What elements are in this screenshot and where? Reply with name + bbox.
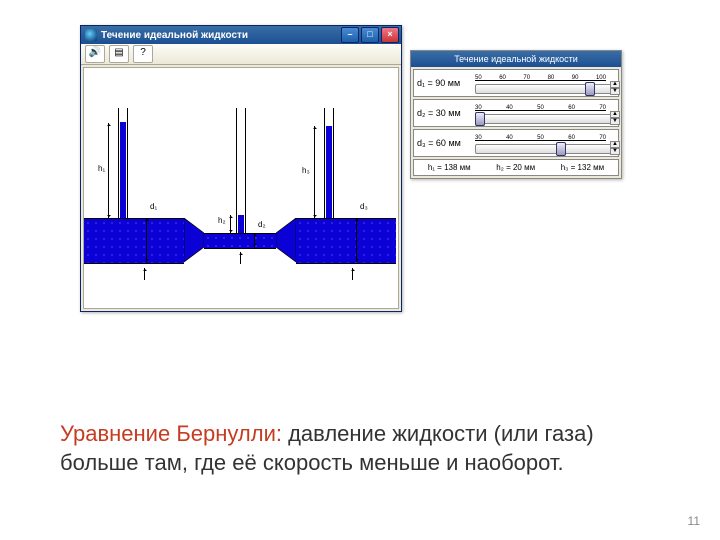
- panel-results: h₁ = 138 мм h₂ = 20 мм h₃ = 132 мм: [413, 159, 619, 176]
- manometer-tube-1: [118, 108, 128, 218]
- step-down-icon[interactable]: ▼: [610, 118, 620, 125]
- slider-row-d1: d₁ = 90 мм5060708090100 ▲▼: [413, 69, 619, 97]
- result-h2: h₂ = 20 мм: [496, 163, 535, 172]
- slider-scale: 3040506070: [475, 132, 606, 141]
- manometer-tube-3: [324, 108, 334, 218]
- step-down-icon[interactable]: ▼: [610, 88, 620, 95]
- caption: Уравнение Бернулли: давление жидкости (и…: [60, 420, 640, 477]
- slider-track[interactable]: [475, 114, 616, 124]
- step-down-icon[interactable]: ▼: [610, 148, 620, 155]
- result-h3: h₃ = 132 мм: [561, 163, 604, 172]
- slider-row-d2: d₂ = 30 мм3040506070 ▲▼: [413, 99, 619, 127]
- slider-thumb[interactable]: [475, 112, 485, 126]
- panel-title: Течение идеальной жидкости: [411, 51, 621, 67]
- slider-stepper[interactable]: ▲▼: [610, 141, 620, 153]
- app-icon: [85, 29, 97, 41]
- help-button[interactable]: ?: [133, 45, 153, 63]
- pipe-section-middle: [204, 233, 276, 249]
- slider-d1[interactable]: 5060708090100 ▲▼: [473, 72, 618, 94]
- step-up-icon[interactable]: ▲: [610, 111, 620, 118]
- page-number: 11: [688, 514, 700, 528]
- slider-stepper[interactable]: ▲▼: [610, 81, 620, 93]
- slider-scale: 5060708090100: [475, 72, 606, 81]
- sound-button[interactable]: 🔊: [85, 45, 105, 63]
- taper-right: [276, 218, 296, 262]
- minimize-button[interactable]: –: [341, 27, 359, 43]
- slider-label-d2: d₂ = 30 мм: [414, 108, 473, 118]
- h3-arrow: [314, 126, 315, 218]
- titlebar[interactable]: Течение идеальной жидкости – □ ×: [81, 26, 401, 44]
- step-up-icon[interactable]: ▲: [610, 141, 620, 148]
- flow-arrow-1: [144, 268, 145, 280]
- toolbar: 🔊 ▤ ?: [81, 44, 401, 65]
- slider-row-d3: d₃ = 60 мм3040506070 ▲▼: [413, 129, 619, 157]
- d3-label: d₃: [360, 202, 368, 211]
- h2-arrow: [230, 215, 231, 233]
- simulation-window: Течение идеальной жидкости – □ × 🔊 ▤ ?: [80, 25, 402, 312]
- manometer-tube-2: [236, 108, 246, 233]
- simulation-canvas: h₁ h₂ h₃ d₁ d₂ d₃: [84, 68, 396, 308]
- slider-label-d1: d₁ = 90 мм: [414, 78, 473, 88]
- close-button[interactable]: ×: [381, 27, 399, 43]
- d2-label: d₂: [258, 220, 266, 229]
- window-title: Течение идеальной жидкости: [101, 30, 248, 41]
- slider-track[interactable]: [475, 144, 616, 154]
- pipe-section-right: [296, 218, 396, 264]
- control-panel: Течение идеальной жидкости d₁ = 90 мм506…: [410, 50, 622, 179]
- pipe-section-left: [84, 218, 184, 264]
- d1-label: d₁: [150, 202, 157, 211]
- slider-stepper[interactable]: ▲▼: [610, 111, 620, 123]
- maximize-button[interactable]: □: [361, 27, 379, 43]
- step-up-icon[interactable]: ▲: [610, 81, 620, 88]
- caption-lead: Уравнение Бернулли:: [60, 421, 288, 446]
- flow-arrow-3: [352, 268, 353, 280]
- result-h1: h₁ = 138 мм: [428, 163, 471, 172]
- slider-thumb[interactable]: [556, 142, 566, 156]
- d1-arrow: [146, 218, 147, 262]
- flow-arrow-2: [240, 252, 241, 264]
- d2-arrow: [254, 233, 255, 247]
- slider-thumb[interactable]: [585, 82, 595, 96]
- slider-scale: 3040506070: [475, 102, 606, 111]
- doc-button[interactable]: ▤: [109, 45, 129, 63]
- h2-label: h₂: [218, 216, 226, 225]
- taper-left: [184, 218, 204, 262]
- slider-d2[interactable]: 3040506070 ▲▼: [473, 102, 618, 124]
- h1-label: h₁: [98, 164, 105, 173]
- slider-d3[interactable]: 3040506070 ▲▼: [473, 132, 618, 154]
- slider-label-d3: d₃ = 60 мм: [414, 138, 473, 148]
- h3-label: h₃: [302, 166, 310, 175]
- d3-arrow: [356, 218, 357, 262]
- h1-arrow: [108, 123, 109, 218]
